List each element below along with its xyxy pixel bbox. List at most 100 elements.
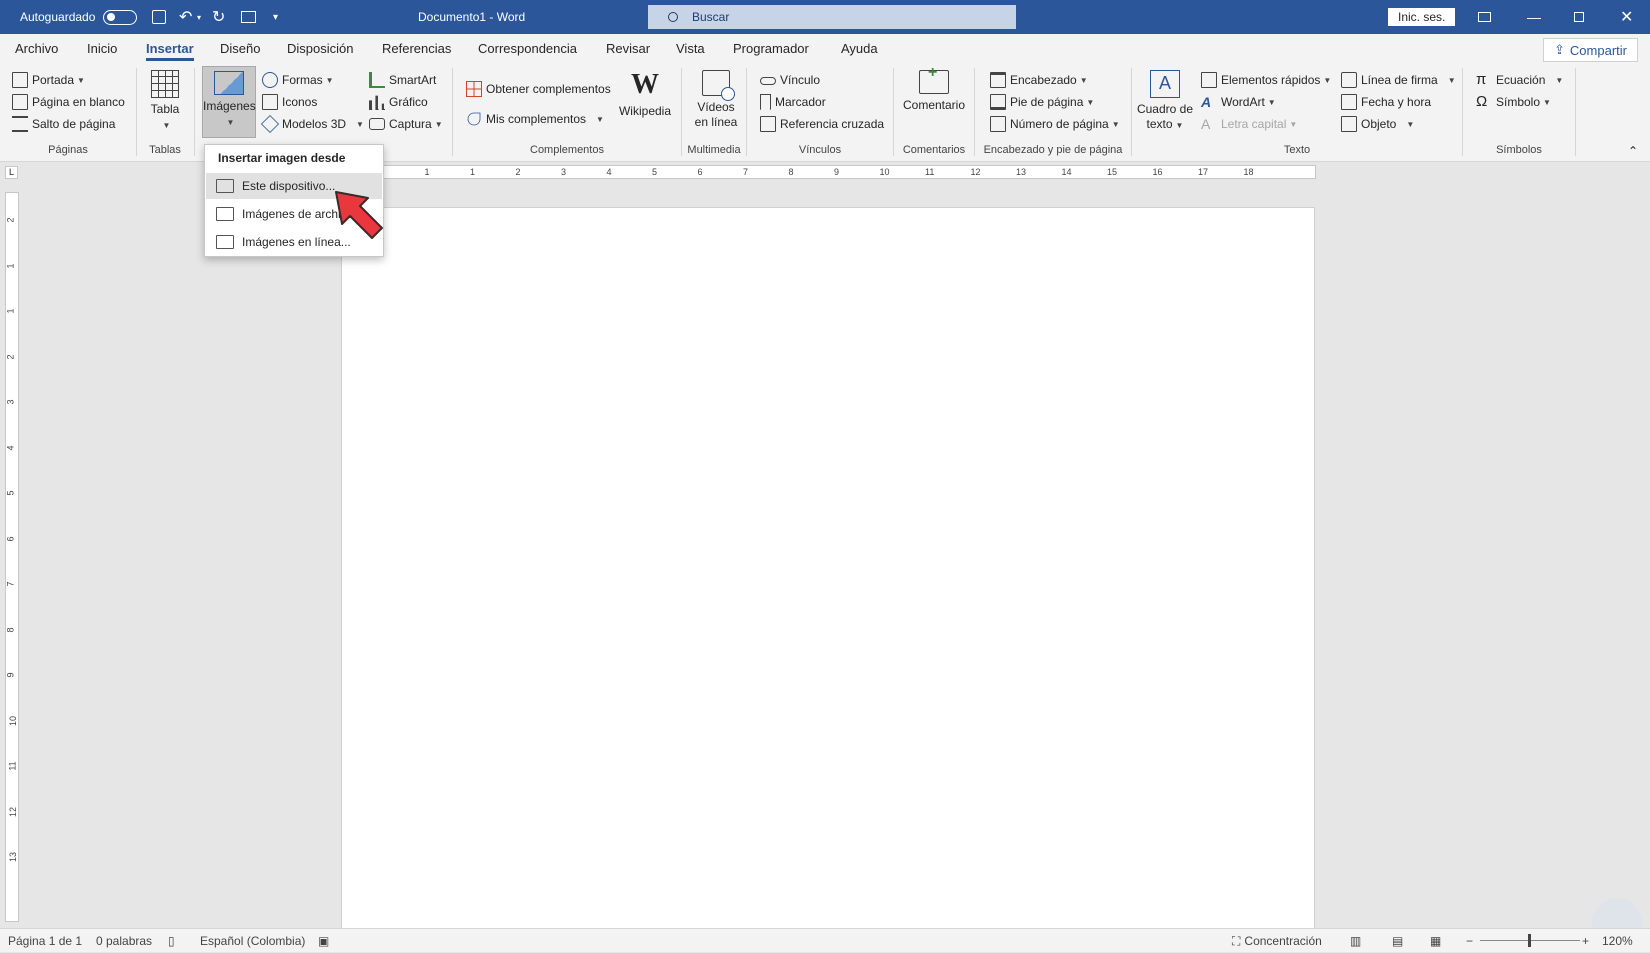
- search-placeholder: Buscar: [692, 10, 730, 24]
- salto-pagina-button[interactable]: Salto de página: [12, 113, 115, 135]
- tab-vista[interactable]: Vista: [676, 34, 705, 64]
- zoom-level[interactable]: 120%: [1602, 929, 1633, 953]
- signin-button[interactable]: Inic. ses.: [1388, 8, 1456, 26]
- status-bar: Página 1 de 1 0 palabras ▯ Español (Colo…: [0, 928, 1650, 952]
- chevron-down-icon: ▼: [596, 114, 604, 124]
- share-button[interactable]: ⇪ Compartir: [1543, 38, 1638, 62]
- captura-button[interactable]: Captura ▼: [369, 113, 443, 135]
- read-mode-icon[interactable]: ▥: [1350, 929, 1361, 953]
- ecuacion-button[interactable]: π Ecuación ▼: [1476, 69, 1563, 91]
- wikipedia-button[interactable]: W Wikipedia: [614, 70, 676, 119]
- tabla-button[interactable]: Tabla ▼: [145, 70, 185, 133]
- vinculo-button[interactable]: Vínculo: [760, 69, 820, 91]
- vertical-ruler[interactable]: 2 1 1 2 3 4 5 6 7 8 9 10 11 12 13: [5, 192, 19, 922]
- chevron-down-icon: ▼: [162, 121, 171, 130]
- fecha-hora-button[interactable]: Fecha y hora: [1341, 91, 1431, 113]
- portada-button[interactable]: Portada ▼: [12, 69, 85, 91]
- tab-insertar[interactable]: Insertar: [146, 34, 194, 64]
- imagenes-button[interactable]: Imágenes ▼: [202, 66, 256, 138]
- comentario-button[interactable]: + Comentario: [898, 65, 970, 113]
- redo-icon[interactable]: ↻: [212, 0, 225, 34]
- web-layout-icon[interactable]: ▦: [1430, 929, 1441, 953]
- document-page[interactable]: [341, 207, 1315, 937]
- ruler-tick-label: 1: [5, 262, 16, 269]
- object-icon: [1341, 116, 1357, 132]
- page-number-icon: [990, 116, 1006, 132]
- customize-toolbar-icon[interactable]: ▾: [273, 0, 278, 34]
- elementos-label: Elementos rápidos: [1221, 73, 1321, 87]
- elementos-rapidos-button[interactable]: Elementos rápidos ▼: [1201, 69, 1331, 91]
- group-label-vinculos: Vínculos: [798, 144, 842, 156]
- marcador-button[interactable]: Marcador: [760, 91, 826, 113]
- tab-ayuda[interactable]: Ayuda: [841, 34, 878, 64]
- obtener-complementos-button[interactable]: Obtener complementos: [466, 78, 611, 100]
- ruler-tick-label: 11: [925, 167, 935, 177]
- mis-complementos-button[interactable]: Mis complementos ▼: [466, 108, 604, 130]
- share-icon: ⇪: [1554, 42, 1565, 57]
- pagina-blanco-button[interactable]: Página en blanco: [12, 91, 125, 113]
- ribbon-display-icon[interactable]: [1478, 0, 1491, 34]
- search-box[interactable]: Buscar: [648, 5, 1016, 29]
- modelos3d-button[interactable]: Modelos 3D ▼: [260, 113, 364, 135]
- encabezado-button[interactable]: Encabezado ▼: [990, 69, 1088, 91]
- pie-pagina-button[interactable]: Pie de página ▼: [990, 91, 1094, 113]
- focus-mode-button[interactable]: ⛶ Concentración: [1232, 929, 1322, 953]
- page-count[interactable]: Página 1 de 1: [8, 929, 82, 953]
- save-icon[interactable]: [152, 0, 166, 34]
- ruler-tick-label: 2: [5, 353, 16, 360]
- cuadro-texto-button[interactable]: A Cuadro de texto ▼: [1134, 70, 1196, 133]
- group-label-paginas: Páginas: [48, 144, 88, 156]
- picture-icon: [214, 71, 244, 95]
- smartart-icon: [369, 72, 385, 88]
- minimize-icon[interactable]: —: [1527, 0, 1541, 34]
- tabla-label: Tabla: [150, 102, 180, 116]
- iconos-button[interactable]: Iconos: [262, 91, 317, 113]
- tab-revisar[interactable]: Revisar: [606, 34, 650, 64]
- word-count[interactable]: 0 palabras: [96, 929, 152, 953]
- ruler-tick-label: 9: [834, 167, 840, 177]
- horizontal-ruler[interactable]: 21123456789101112131415161718: [342, 165, 1316, 179]
- zoom-in-icon[interactable]: +: [1582, 929, 1589, 953]
- simbolo-button[interactable]: Ω Símbolo ▼: [1476, 91, 1551, 113]
- marcador-label: Marcador: [775, 95, 826, 109]
- tab-diseno[interactable]: Diseño: [220, 34, 260, 64]
- autosave-toggle[interactable]: [103, 0, 137, 34]
- present-icon[interactable]: [241, 0, 256, 34]
- language[interactable]: Español (Colombia): [200, 929, 305, 953]
- drop-cap-icon: A: [1201, 116, 1211, 132]
- smartart-label: SmartArt: [389, 73, 437, 87]
- smartart-button[interactable]: SmartArt: [369, 69, 436, 91]
- tab-archivo[interactable]: Archivo: [15, 34, 58, 64]
- proofing-icon[interactable]: ▯: [168, 929, 175, 953]
- tab-inicio[interactable]: Inicio: [87, 34, 117, 64]
- ruler-tick-label: 11: [7, 761, 18, 771]
- ruler-tick-label: 1: [470, 167, 476, 177]
- chevron-down-icon: ▼: [1543, 97, 1551, 107]
- tab-disposicion[interactable]: Disposición: [287, 34, 353, 64]
- referencia-label: Referencia cruzada: [780, 117, 885, 131]
- accessibility-icon[interactable]: ▣: [318, 929, 329, 953]
- zoom-out-icon[interactable]: −: [1466, 929, 1473, 953]
- numero-pagina-button[interactable]: Número de página ▼: [990, 113, 1120, 135]
- close-icon[interactable]: ✕: [1620, 0, 1633, 34]
- bookmark-icon: [760, 94, 771, 110]
- undo-dropdown-icon[interactable]: ▾: [197, 0, 201, 34]
- tab-selector-icon[interactable]: L: [5, 166, 18, 179]
- tab-referencias[interactable]: Referencias: [382, 34, 451, 64]
- ruler-tick-label: 1: [424, 167, 430, 177]
- maximize-icon[interactable]: [1574, 0, 1584, 34]
- wordart-button[interactable]: A WordArt ▼: [1201, 91, 1276, 113]
- tab-programador[interactable]: Programador: [733, 34, 809, 64]
- grafico-button[interactable]: Gráfico: [369, 91, 428, 113]
- videos-button[interactable]: Vídeos en línea: [686, 70, 746, 130]
- undo-icon[interactable]: ↶: [179, 0, 192, 34]
- shapes-icon: [262, 72, 278, 88]
- linea-firma-button[interactable]: Línea de firma ▼: [1341, 69, 1456, 91]
- objeto-button[interactable]: Objeto ▼: [1341, 113, 1414, 135]
- print-layout-icon[interactable]: ▤: [1392, 929, 1403, 953]
- collapse-ribbon-icon[interactable]: ⌃: [1628, 144, 1638, 158]
- tab-correspondencia[interactable]: Correspondencia: [478, 34, 577, 64]
- formas-button[interactable]: Formas ▼: [262, 69, 334, 91]
- zoom-slider-thumb[interactable]: [1528, 934, 1531, 947]
- referencia-cruzada-button[interactable]: Referencia cruzada: [760, 113, 884, 135]
